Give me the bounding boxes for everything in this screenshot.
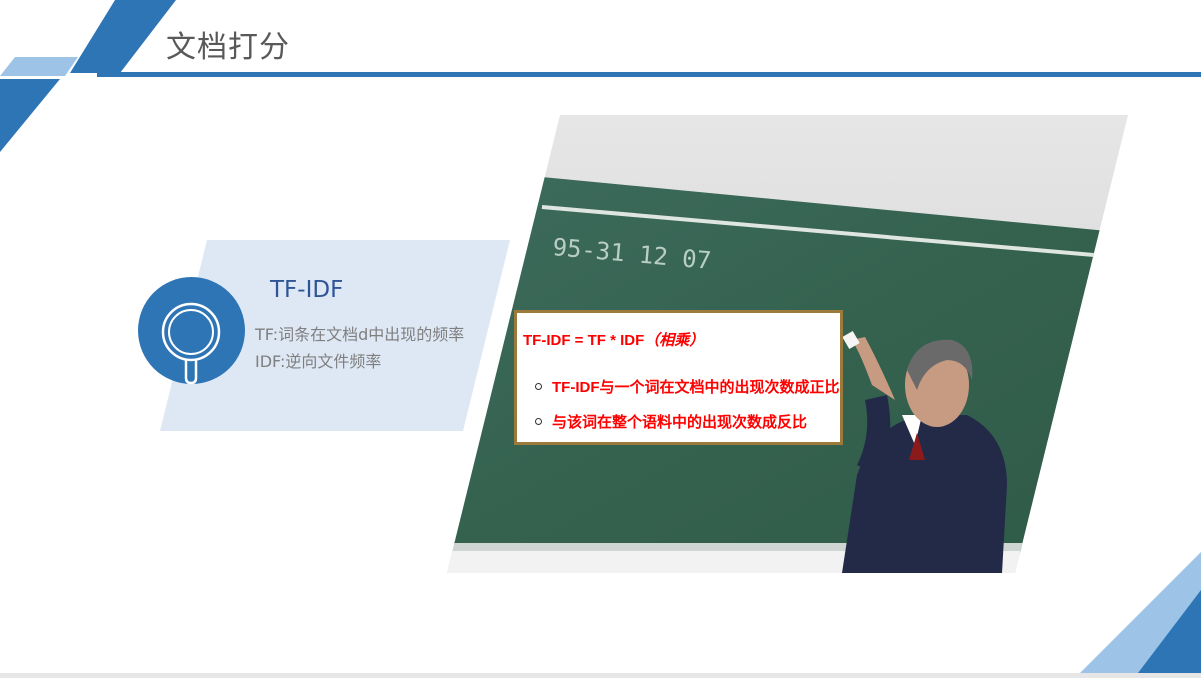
bullet-circle-icon: [535, 382, 542, 390]
bullet-text-inverse: 与该词在整个语料中的出现次数成反比: [552, 414, 808, 431]
title-underline: [97, 72, 1201, 77]
formula-text: TF-IDF = TF * IDF: [523, 332, 645, 349]
magnifier-icon: [161, 302, 221, 385]
bullet-circle-icon: [535, 417, 542, 425]
formula-note: （相乘）: [644, 332, 705, 349]
footer-decoration: [1080, 552, 1201, 673]
magnifier-badge: [138, 277, 245, 385]
formula-box: TF-IDF = TF * IDF（相乘） TF-IDF与一个词在文档中的出现次…: [514, 310, 843, 445]
header-decoration: [0, 0, 176, 152]
bottom-bar: [0, 673, 1201, 678]
formula-line: TF-IDF = TF * IDF（相乘）: [523, 329, 704, 350]
list-item: TF-IDF与一个词在文档中的出现次数成正比: [535, 376, 840, 397]
card-line-tf: TF:词条在文档d中出现的频率: [255, 325, 465, 344]
card-heading: TF-IDF: [270, 277, 344, 303]
bullet-text-proportional: TF-IDF与一个词在文档中的出现次数成正比: [552, 379, 840, 396]
card-line-idf: IDF:逆向文件频率: [255, 352, 382, 371]
slide-title: 文档打分: [166, 30, 290, 65]
list-item: 与该词在整个语料中的出现次数成反比: [535, 411, 807, 432]
